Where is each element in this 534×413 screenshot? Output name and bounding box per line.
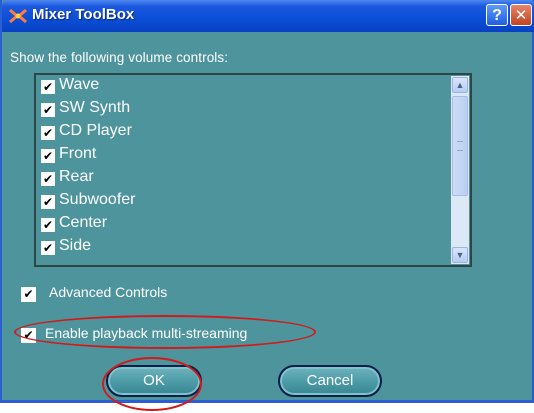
list-item[interactable]: ✔ Center	[36, 213, 441, 236]
list-item-label: Subwoofer	[59, 191, 136, 208]
checkmark-icon[interactable]: ✔	[41, 241, 55, 255]
list-item-label: Side	[59, 237, 92, 254]
grip-icon	[457, 141, 463, 151]
help-button[interactable]: ?	[486, 4, 508, 26]
list-item-label: Front	[59, 145, 97, 162]
mixer-icon	[9, 8, 27, 24]
checkmark-icon[interactable]: ✔	[41, 195, 55, 209]
advanced-controls-label: Advanced Controls	[49, 284, 168, 300]
checkmark-icon[interactable]: ✔	[41, 218, 55, 232]
checkmark-icon[interactable]: ✔	[41, 172, 55, 186]
list-item[interactable]: ✔ Side	[36, 236, 441, 259]
list-item[interactable]: ✔ Rear	[36, 167, 441, 190]
checkmark-icon[interactable]: ✔	[41, 126, 55, 140]
list-item[interactable]: ✔ CD Player	[36, 121, 441, 144]
close-button[interactable]: ✕	[510, 4, 532, 26]
checkmark-icon[interactable]: ✔	[41, 103, 55, 117]
ok-button[interactable]: OK	[106, 365, 202, 397]
mixer-toolbox-dialog: Mixer ToolBox ? ✕ Show the following vol…	[0, 0, 534, 411]
window-title: Mixer ToolBox	[32, 6, 135, 23]
list-item-label: SW Synth	[59, 99, 131, 116]
chevron-down-icon: ▼	[455, 250, 465, 260]
list-item-label: Center	[59, 214, 108, 231]
list-item-label: CD Player	[59, 122, 132, 139]
list-item-label: Wave	[59, 76, 100, 93]
checkmark-icon[interactable]: ✔	[21, 328, 36, 343]
scroll-down-button[interactable]: ▼	[452, 247, 468, 263]
title-bar[interactable]: Mixer ToolBox ? ✕	[2, 0, 534, 32]
scroll-thumb[interactable]	[452, 96, 468, 196]
list-item[interactable]: ✔ Wave	[36, 75, 441, 98]
volume-controls-prompt: Show the following volume controls:	[10, 50, 229, 65]
multistreaming-label: Enable playback multi-streaming	[45, 325, 248, 341]
volume-controls-list: ✔ Wave ✔ SW Synth ✔ CD Player ✔ Front ✔ Rear ✔ Subw…	[34, 73, 472, 267]
checkmark-icon[interactable]: ✔	[41, 80, 55, 94]
list-item[interactable]: ✔ SW Synth	[36, 98, 441, 121]
list-item-label: Rear	[59, 168, 94, 185]
list-items-container: ✔ Wave ✔ SW Synth ✔ CD Player ✔ Front ✔ Rear ✔ Subw…	[36, 75, 441, 265]
checkmark-icon[interactable]: ✔	[41, 149, 55, 163]
checkmark-icon[interactable]: ✔	[21, 287, 36, 302]
list-item[interactable]: ✔ Front	[36, 144, 441, 167]
chevron-up-icon: ▲	[455, 80, 465, 90]
scroll-up-button[interactable]: ▲	[452, 77, 468, 93]
cancel-button[interactable]: Cancel	[278, 365, 382, 397]
vertical-scrollbar[interactable]: ▲ ▼	[451, 76, 469, 264]
list-item[interactable]: ✔ Subwoofer	[36, 190, 441, 213]
